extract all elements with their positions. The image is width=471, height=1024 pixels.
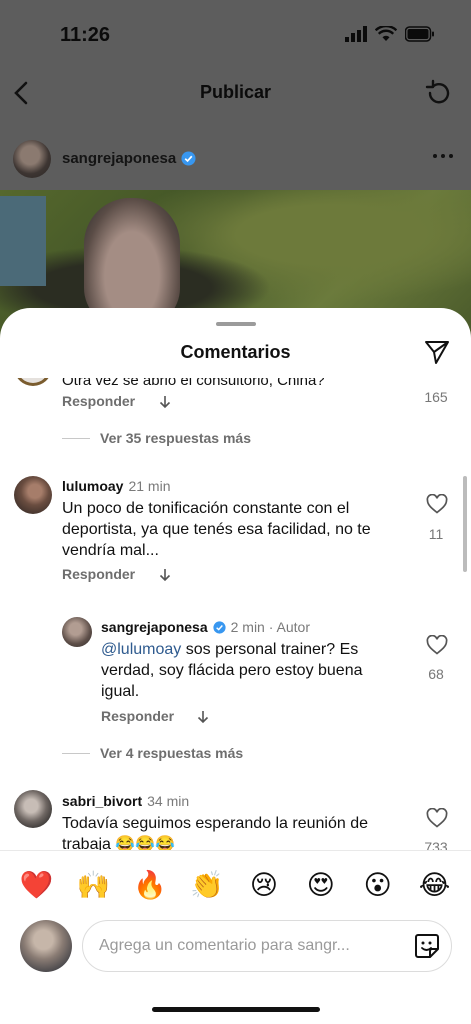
- comment-time: 34 min: [147, 793, 190, 809]
- translate-arrow-icon[interactable]: [158, 395, 172, 409]
- divider-line: [62, 437, 90, 439]
- author-avatar[interactable]: [13, 140, 51, 178]
- signal-icon: [345, 26, 367, 42]
- emoji-fire[interactable]: 🔥: [130, 870, 170, 901]
- comment-avatar[interactable]: [62, 617, 92, 647]
- comment-time: 2 min · Autor: [230, 619, 310, 635]
- comment-username[interactable]: lulumoay: [62, 478, 123, 494]
- post-header: Publicar: [0, 70, 471, 118]
- like-count: 165: [424, 389, 448, 405]
- emoji-heart-eyes[interactable]: 😍: [301, 870, 341, 901]
- comment-input[interactable]: [82, 920, 452, 972]
- emoji-surprised[interactable]: 😮: [358, 870, 398, 901]
- page-title: Publicar: [199, 82, 272, 102]
- comment-text: Todavía seguimos esperando la reunión de…: [62, 815, 368, 850]
- post-author-row: sangrejaponesa: [0, 136, 471, 182]
- view-more-replies[interactable]: Ver 35 respuestas más: [62, 430, 251, 446]
- translate-arrow-icon[interactable]: [158, 568, 172, 582]
- comment-username[interactable]: sangrejaponesa: [101, 619, 208, 635]
- emoji-heart[interactable]: ❤️: [16, 870, 56, 901]
- view-more-replies-label: Ver 35 respuestas más: [100, 430, 251, 446]
- reply-button[interactable]: Responder: [62, 393, 135, 409]
- comment-header: sangrejaponesa 2 min · Autor: [101, 619, 310, 635]
- verified-badge-icon: [213, 620, 226, 634]
- status-time: 11:26: [60, 24, 111, 46]
- sticker-icon[interactable]: [413, 932, 441, 960]
- share-icon[interactable]: [423, 338, 451, 366]
- emoji-reaction-bar: ❤️ 🙌 🔥 👏 😢 😍 😮 😂: [0, 850, 471, 920]
- emoji-crying[interactable]: 😢: [244, 870, 284, 901]
- like-count: 733: [424, 839, 448, 850]
- comment-time: 21 min: [128, 478, 171, 494]
- heart-icon[interactable]: [426, 494, 448, 514]
- view-more-replies-label: Ver 4 respuestas más: [100, 745, 244, 761]
- comment-avatar[interactable]: [14, 476, 52, 514]
- like-count: 68: [428, 666, 444, 682]
- more-options-icon[interactable]: [431, 146, 455, 166]
- divider-line: [62, 752, 90, 754]
- reply-button[interactable]: Responder: [62, 566, 135, 582]
- sheet-grabber[interactable]: [216, 322, 256, 326]
- author-name-link[interactable]: sangrejaponesa: [62, 150, 196, 167]
- comments-sheet: Comentarios Otra vez se abrió el consult…: [0, 308, 471, 1024]
- reply-button[interactable]: Responder: [101, 708, 174, 724]
- heart-icon[interactable]: [426, 635, 448, 655]
- post-image-water: [0, 196, 46, 286]
- comment-avatar[interactable]: [14, 378, 52, 386]
- verified-badge-icon: [181, 151, 196, 166]
- comment-composer: [0, 914, 471, 982]
- author-username: sangrejaponesa: [62, 150, 177, 167]
- comment-text: Otra vez se abrió el consultorio, China?: [62, 378, 325, 389]
- battery-icon: [405, 26, 434, 42]
- emoji-laughing[interactable]: 😂: [415, 870, 455, 901]
- scrollbar[interactable]: [463, 476, 467, 572]
- translate-arrow-icon[interactable]: [196, 710, 210, 724]
- heart-icon[interactable]: [426, 808, 448, 828]
- comment-header: lulumoay 21 min: [62, 478, 171, 494]
- status-bar: 11:26: [0, 0, 471, 70]
- view-more-replies[interactable]: Ver 4 respuestas más: [62, 745, 243, 761]
- comments-list[interactable]: Otra vez se abrió el consultorio, China?…: [0, 378, 471, 850]
- emoji-raised-hands[interactable]: 🙌: [73, 870, 113, 901]
- like-count: 11: [428, 526, 444, 542]
- sheet-title: Comentarios: [180, 342, 291, 362]
- wifi-icon: [375, 26, 397, 41]
- comment-text: Un poco de tonificación constante con el…: [62, 500, 371, 559]
- comment-text: @lulumoay sos personal trainer? Es verda…: [101, 639, 401, 702]
- comment-header: sabri_bivort 34 min: [62, 793, 189, 809]
- comment-avatar[interactable]: [14, 790, 52, 828]
- current-user-avatar: [20, 920, 72, 972]
- comment-username[interactable]: sabri_bivort: [62, 793, 142, 809]
- mention-link[interactable]: @lulumoay: [101, 641, 181, 658]
- emoji-clapping[interactable]: 👏: [187, 870, 227, 901]
- status-icons: [345, 26, 435, 42]
- refresh-icon[interactable]: [423, 78, 453, 108]
- home-indicator[interactable]: [152, 1007, 320, 1012]
